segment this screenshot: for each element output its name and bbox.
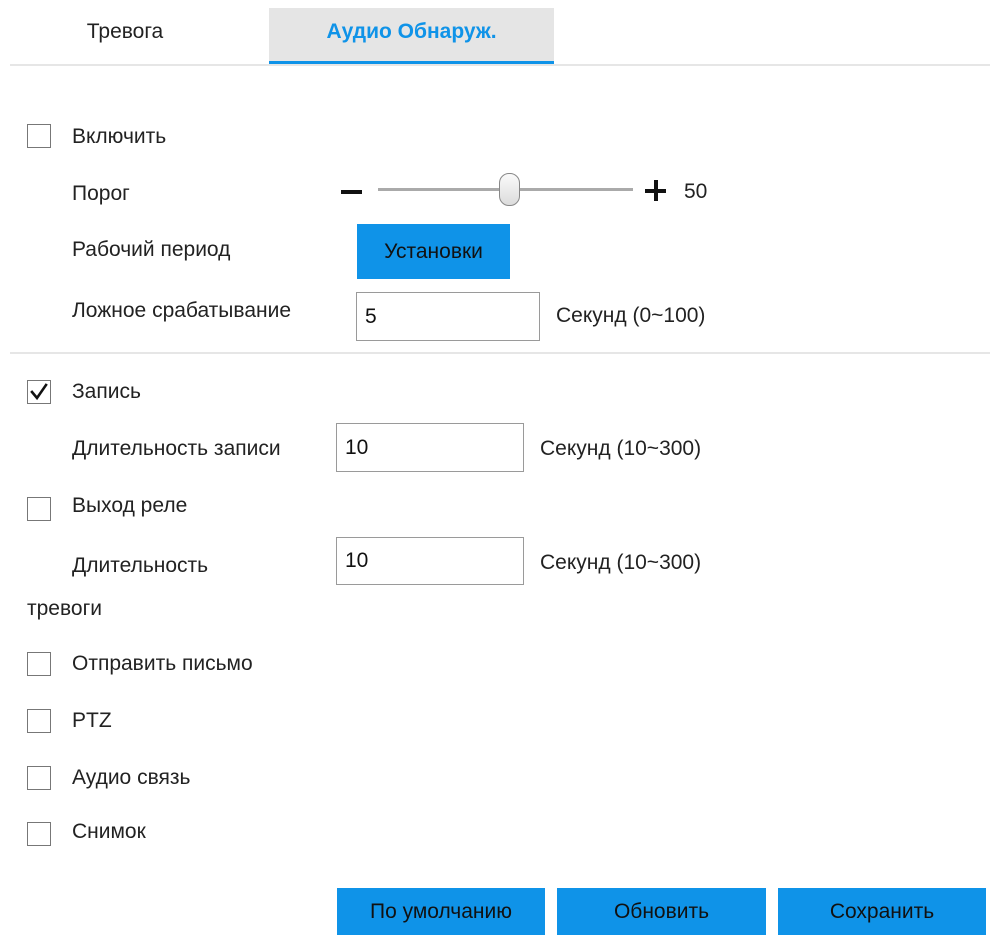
enable-checkbox[interactable] <box>27 124 51 148</box>
send-email-checkbox[interactable] <box>27 652 51 676</box>
alarm-duration-unit: Секунд (10~300) <box>540 551 702 574</box>
alarm-duration-input[interactable] <box>336 537 524 585</box>
audio-talk-label: Аудио связь <box>72 766 191 789</box>
threshold-decrease-button[interactable] <box>341 190 362 194</box>
default-button[interactable]: По умолчанию <box>337 888 545 935</box>
threshold-value: 50 <box>684 180 708 203</box>
refresh-button[interactable]: Обновить <box>557 888 766 935</box>
audio-talk-checkbox[interactable] <box>27 766 51 790</box>
record-duration-unit: Секунд (10~300) <box>540 437 702 460</box>
tabs-divider <box>10 64 990 66</box>
threshold-label: Порог <box>72 182 130 205</box>
work-period-settings-button[interactable]: Установки <box>357 224 510 279</box>
alarm-duration-label-line2: тревоги <box>27 597 102 620</box>
enable-label: Включить <box>72 125 167 148</box>
send-email-label: Отправить письмо <box>72 652 253 675</box>
save-button[interactable]: Сохранить <box>778 888 986 935</box>
ptz-label: PTZ <box>72 709 112 732</box>
tab-alarm[interactable]: Тревога <box>45 8 205 64</box>
record-checkbox[interactable] <box>27 380 51 404</box>
snapshot-label: Снимок <box>72 820 146 843</box>
record-label: Запись <box>72 380 141 403</box>
record-duration-input[interactable] <box>336 423 524 472</box>
tab-audio-detection[interactable]: Аудио Обнаруж. <box>269 8 554 64</box>
ptz-checkbox[interactable] <box>27 709 51 733</box>
alarm-duration-label-line1: Длительность <box>72 554 209 577</box>
false-trigger-unit: Секунд (0~100) <box>556 304 706 327</box>
section-divider <box>10 352 990 354</box>
work-period-label: Рабочий период <box>72 238 231 261</box>
snapshot-checkbox[interactable] <box>27 822 51 846</box>
relay-output-label: Выход реле <box>72 494 188 517</box>
relay-output-checkbox[interactable] <box>27 497 51 521</box>
threshold-slider-thumb[interactable] <box>499 173 520 206</box>
false-trigger-input[interactable] <box>356 292 540 341</box>
checkmark-icon <box>30 383 48 401</box>
record-duration-label: Длительность записи <box>72 437 281 460</box>
false-trigger-label: Ложное срабатывание <box>72 299 292 322</box>
plus-icon-v <box>653 180 658 201</box>
